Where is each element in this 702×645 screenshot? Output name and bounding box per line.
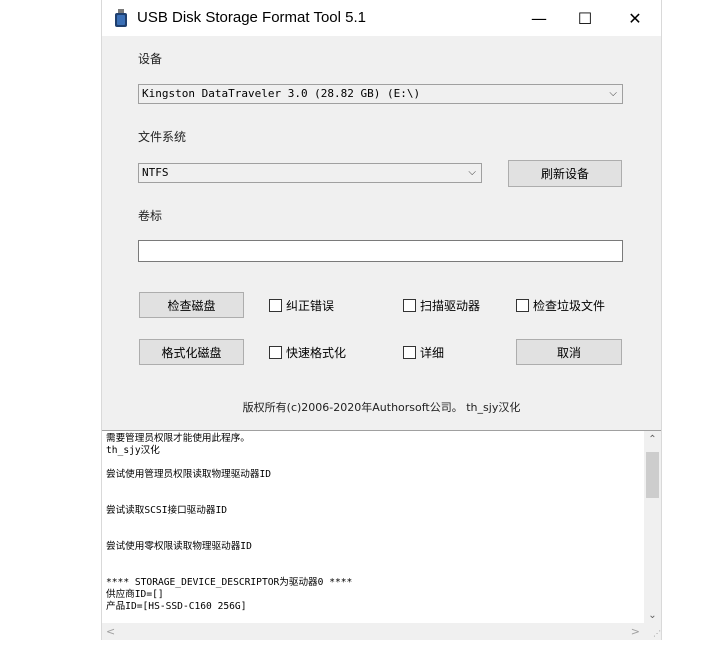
scroll-down-icon[interactable]: ⌄ bbox=[644, 607, 661, 624]
quick-format-checkbox[interactable]: 快速格式化 bbox=[269, 344, 346, 361]
correct-errors-checkbox[interactable]: 纠正错误 bbox=[269, 297, 334, 314]
filesystem-select-value: NTFS bbox=[142, 166, 169, 179]
minimize-button[interactable]: — bbox=[516, 0, 562, 36]
scan-drive-checkbox[interactable]: 扫描驱动器 bbox=[403, 297, 480, 314]
volume-label-input[interactable] bbox=[138, 240, 623, 262]
scrollbar-thumb[interactable] bbox=[646, 452, 659, 498]
resize-grip-icon[interactable]: ⋰ bbox=[644, 623, 661, 640]
filesystem-label: 文件系统 bbox=[138, 130, 187, 144]
copyright-text: 版权所有(c)2006-2020年Authorsoft公司。 th_sjy汉化 bbox=[242, 401, 521, 414]
correct-errors-label: 纠正错误 bbox=[286, 299, 335, 313]
device-label: 设备 bbox=[138, 52, 163, 66]
close-icon: ✕ bbox=[628, 8, 642, 28]
close-button[interactable]: ✕ bbox=[612, 0, 658, 36]
window-title: USB Disk Storage Format Tool 5.1 bbox=[137, 9, 366, 26]
scroll-up-icon[interactable]: ⌃ bbox=[644, 431, 661, 448]
refresh-devices-button[interactable]: 刷新设备 bbox=[508, 160, 622, 187]
quick-format-label: 快速格式化 bbox=[286, 346, 347, 360]
checkbox-box bbox=[403, 299, 416, 312]
checkbox-box bbox=[403, 346, 416, 359]
horizontal-scrollbar[interactable]: < > bbox=[102, 623, 644, 640]
log-text: 需要管理员权限才能使用此程序。 th_sjy汉化 尝试使用管理员权限读取物理驱动… bbox=[106, 433, 353, 612]
check-junk-files-checkbox[interactable]: 检查垃圾文件 bbox=[516, 297, 605, 314]
device-select-value: Kingston DataTraveler 3.0 (28.82 GB) (E:… bbox=[142, 87, 421, 100]
checkbox-box bbox=[269, 346, 282, 359]
scan-drive-label: 扫描驱动器 bbox=[420, 299, 481, 313]
vertical-scrollbar[interactable]: ⌃ ⌄ bbox=[644, 431, 661, 624]
scroll-left-icon[interactable]: < bbox=[106, 623, 115, 640]
chevron-down-icon: ⌵ bbox=[609, 88, 617, 99]
maximize-icon: ☐ bbox=[577, 8, 593, 28]
check-junk-files-label: 检查垃圾文件 bbox=[533, 299, 606, 313]
verbose-label: 详细 bbox=[420, 346, 445, 360]
device-select[interactable]: Kingston DataTraveler 3.0 (28.82 GB) (E:… bbox=[138, 84, 623, 104]
checkbox-box bbox=[269, 299, 282, 312]
format-tool-window: USB Disk Storage Format Tool 5.1 — ☐ ✕ 设… bbox=[101, 0, 662, 640]
verbose-checkbox[interactable]: 详细 bbox=[403, 344, 444, 361]
check-disk-button[interactable]: 检查磁盘 bbox=[139, 292, 244, 318]
checkbox-box bbox=[516, 299, 529, 312]
maximize-button[interactable]: ☐ bbox=[562, 0, 608, 36]
log-output[interactable]: 需要管理员权限才能使用此程序。 th_sjy汉化 尝试使用管理员权限读取物理驱动… bbox=[102, 430, 661, 640]
format-disk-button[interactable]: 格式化磁盘 bbox=[139, 339, 244, 365]
usb-drive-icon bbox=[115, 9, 127, 27]
minimize-icon: — bbox=[531, 8, 547, 28]
cancel-button[interactable]: 取消 bbox=[516, 339, 622, 365]
filesystem-select[interactable]: NTFS ⌵ bbox=[138, 163, 482, 183]
scroll-right-icon[interactable]: > bbox=[631, 623, 640, 640]
chevron-down-icon: ⌵ bbox=[468, 167, 476, 178]
volume-label: 卷标 bbox=[138, 209, 163, 223]
title-bar[interactable]: USB Disk Storage Format Tool 5.1 — ☐ ✕ bbox=[102, 0, 661, 36]
